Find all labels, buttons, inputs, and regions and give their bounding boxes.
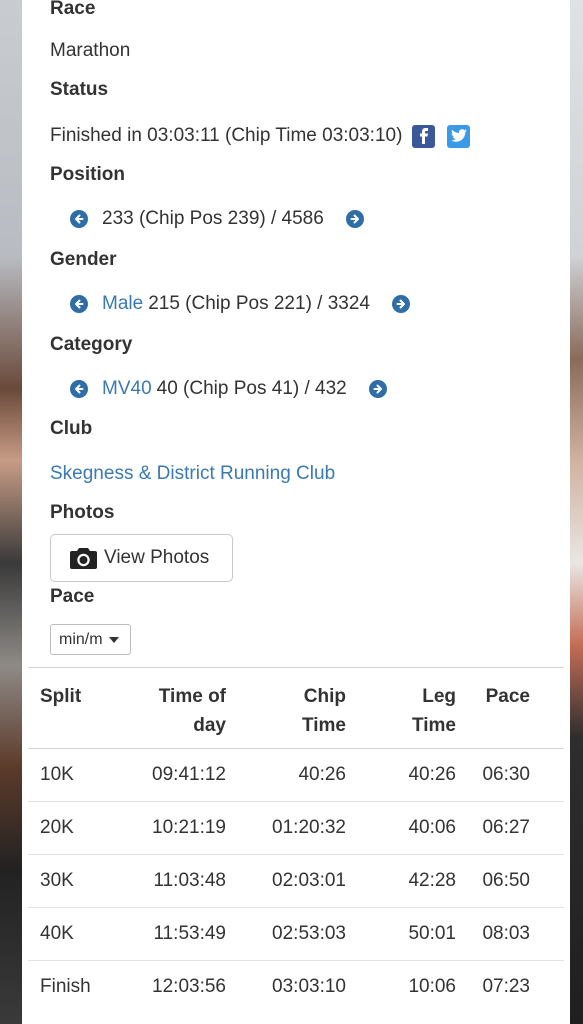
photos-row: View Photos <box>50 534 570 582</box>
position-row: 233 (Chip Pos 239) / 4586 <box>50 207 570 231</box>
photos-label: Photos <box>50 502 115 523</box>
pace-unit-value: min/m <box>59 630 103 648</box>
time-of-day-cell: 11:03:48 <box>153 870 226 891</box>
view-photos-label: View Photos <box>104 547 210 568</box>
twitter-icon[interactable] <box>447 124 471 148</box>
category-value: 40 (Chip Pos 41) / 432 <box>156 378 347 399</box>
category-link[interactable]: MV40 <box>102 377 152 401</box>
pace-select-row: min/m <box>50 624 570 655</box>
status-label: Status <box>50 79 109 100</box>
club-label: Club <box>50 418 93 439</box>
table-row: 40K 11:53:49 02:53:03 50:01 08:03 <box>28 907 564 961</box>
table-row: Finish 12:03:56 03:03:10 10:06 07:23 <box>28 960 564 1014</box>
splits-table: Split Time of day Chip Time Leg Time Pace 1… <box>28 667 564 1014</box>
caret-down-icon <box>108 636 119 643</box>
split-cell: 20K <box>40 817 74 838</box>
next-category-icon[interactable] <box>368 380 387 398</box>
pace-cell: 08:03 <box>482 923 530 944</box>
club-link[interactable]: Skegness & District Running Club <box>50 462 570 486</box>
previous-gender-icon[interactable] <box>70 295 88 313</box>
leg-time-cell: 10:06 <box>408 976 456 998</box>
pace-cell: 07:23 <box>482 976 530 998</box>
table-row: 30K 11:03:48 02:03:01 42:28 06:50 <box>28 854 564 908</box>
pace-unit-select[interactable]: min/m <box>50 624 131 655</box>
background-photo-left <box>0 0 22 1024</box>
pace-cell: 06:50 <box>482 870 530 891</box>
status-value: Finished in 03:03:11 (Chip Time 03:03:10… <box>50 125 403 146</box>
header-split: Split <box>40 686 82 707</box>
gender-value: 215 (Chip Pos 221) / 3324 <box>148 293 370 314</box>
time-of-day-cell: 12:03:56 <box>152 976 226 998</box>
split-cell: 10K <box>40 764 74 785</box>
camera-icon <box>70 548 97 569</box>
time-of-day-cell: 11:53:49 <box>153 923 226 944</box>
chip-time-cell: 40:26 <box>298 764 346 785</box>
chip-time-cell: 01:20:32 <box>272 817 346 838</box>
split-cell: Finish <box>40 976 91 998</box>
pace-cell: 06:27 <box>482 817 530 838</box>
chip-time-cell: 02:53:03 <box>272 923 346 944</box>
header-leg-time: Leg Time <box>411 686 456 736</box>
gender-link[interactable]: Male <box>102 292 143 316</box>
facebook-icon[interactable] <box>412 124 436 148</box>
table-row: 10K 09:41:12 40:26 40:26 06:30 <box>28 748 564 802</box>
table-row: 20K 10:21:19 01:20:32 40:06 06:27 <box>28 801 564 855</box>
position-value: 233 (Chip Pos 239) / 4586 <box>102 208 324 229</box>
view-photos-button[interactable]: View Photos <box>50 534 233 582</box>
chip-time-cell: 03:03:10 <box>272 976 346 998</box>
race-value: Marathon <box>50 40 131 61</box>
header-pace: Pace <box>485 686 530 707</box>
previous-position-icon[interactable] <box>70 210 88 228</box>
previous-category-icon[interactable] <box>70 380 88 398</box>
header-chip-time: Chip Time <box>301 686 346 736</box>
leg-time-cell: 40:06 <box>408 817 456 838</box>
leg-time-cell: 42:28 <box>408 870 456 891</box>
pace-label: Pace <box>50 586 95 607</box>
leg-time-cell: 50:01 <box>408 923 456 944</box>
time-of-day-cell: 09:41:12 <box>152 764 226 785</box>
status-row: Finished in 03:03:11 (Chip Time 03:03:10… <box>50 124 570 148</box>
next-position-icon[interactable] <box>345 210 364 228</box>
race-label: Race <box>50 0 96 19</box>
category-label: Category <box>50 334 133 355</box>
time-of-day-cell: 10:21:19 <box>152 817 226 838</box>
gender-label: Gender <box>50 249 117 270</box>
background-photo-right <box>570 0 583 1024</box>
category-row: MV40 40 (Chip Pos 41) / 432 <box>50 377 570 401</box>
gender-row: Male 215 (Chip Pos 221) / 3324 <box>50 292 570 316</box>
leg-time-cell: 40:26 <box>408 764 456 785</box>
pace-cell: 06:30 <box>482 764 530 785</box>
result-panel: Race Marathon Status Finished in 03:03:1… <box>22 0 570 1024</box>
split-cell: 30K <box>40 870 74 891</box>
split-cell: 40K <box>40 923 74 944</box>
next-gender-icon[interactable] <box>392 295 410 313</box>
header-time-of-day: Time of day <box>158 686 226 736</box>
splits-header-row: Split Time of day Chip Time Leg Time Pace <box>28 667 564 749</box>
position-label: Position <box>50 164 125 185</box>
chip-time-cell: 02:03:01 <box>272 870 346 891</box>
